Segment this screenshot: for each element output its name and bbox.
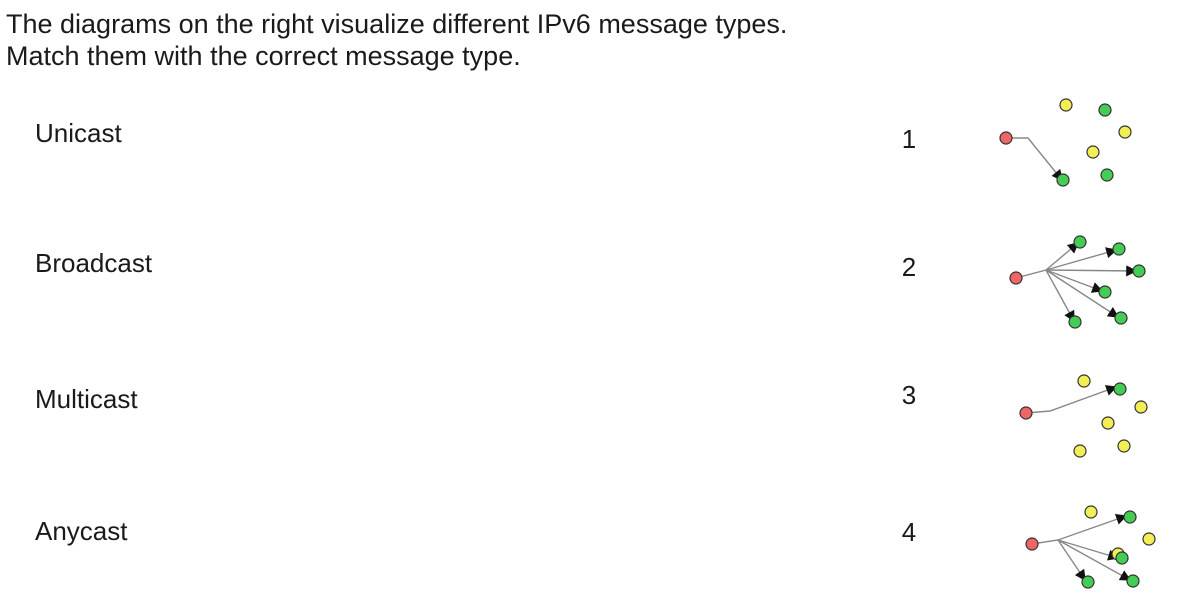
receiver-node [1081, 575, 1095, 589]
node [1098, 103, 1112, 117]
instruction-line-2: Match them with the correct message type… [6, 41, 521, 71]
receiver-node [1126, 574, 1140, 588]
term-anycast[interactable]: Anycast [35, 516, 128, 546]
source-node [1009, 271, 1023, 285]
source-node [1025, 537, 1039, 551]
receiver-node [1098, 285, 1112, 299]
diagram-number-4: 4 [901, 517, 917, 547]
term-broadcast[interactable]: Broadcast [35, 248, 152, 278]
receiver-node [1113, 382, 1127, 396]
receiver-node [1112, 242, 1126, 256]
diagram-number-2: 2 [901, 252, 917, 282]
instruction-line-1: The diagrams on the right visualize diff… [6, 9, 788, 39]
receiver-node [1073, 235, 1087, 249]
node [1118, 125, 1132, 139]
node [1077, 374, 1091, 388]
node [1117, 439, 1131, 453]
node [1086, 145, 1100, 159]
diagram-1[interactable] [990, 92, 1170, 192]
edge [1006, 137, 1063, 182]
diagram-number-3: 3 [901, 380, 917, 410]
node [1142, 532, 1156, 546]
receiver-node [1114, 311, 1128, 325]
term-multicast[interactable]: Multicast [35, 384, 138, 414]
diagram-3[interactable] [990, 365, 1170, 465]
instructions: The diagrams on the right visualize diff… [6, 8, 787, 72]
node [1084, 505, 1098, 519]
node [1073, 444, 1087, 458]
receiver-node [1123, 510, 1137, 524]
receiver-node [1115, 551, 1129, 565]
node [1134, 400, 1148, 414]
node [1059, 98, 1073, 112]
source-node [1019, 406, 1033, 420]
diagram-4[interactable] [990, 496, 1170, 596]
term-unicast[interactable]: Unicast [35, 118, 122, 148]
node [1100, 168, 1114, 182]
diagram-2[interactable] [990, 228, 1170, 338]
source-node [999, 131, 1013, 145]
receiver-node [1132, 264, 1146, 278]
diagram-number-1: 1 [901, 124, 917, 154]
receiver-node [1056, 173, 1070, 187]
receiver-node [1068, 315, 1082, 329]
node [1101, 416, 1115, 430]
edge [1025, 385, 1118, 414]
